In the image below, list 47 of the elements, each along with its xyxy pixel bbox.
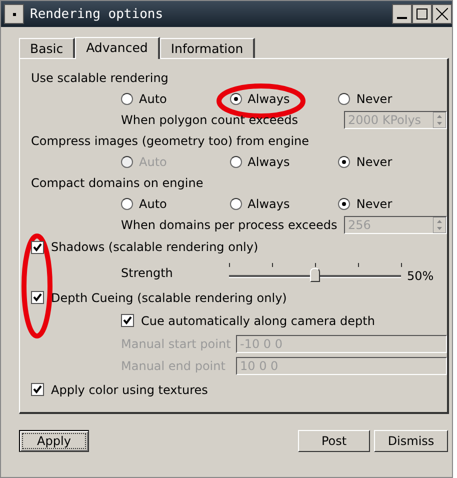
dialog-button[interactable]: Post bbox=[298, 430, 370, 452]
checkbox-label: Shadows (scalable rendering only) bbox=[51, 240, 258, 254]
radio-label: Always bbox=[248, 197, 290, 212]
field-label: When domains per process exceeds bbox=[121, 218, 338, 232]
checkbox-label: Apply color using textures bbox=[51, 382, 208, 397]
strength-slider[interactable] bbox=[229, 262, 401, 284]
group-label: Compress images (geometry too) from engine bbox=[31, 134, 310, 148]
group-label: Use scalable rendering bbox=[31, 70, 168, 85]
checkbox[interactable] bbox=[31, 291, 44, 304]
field-label: Manual end point bbox=[121, 359, 226, 374]
dialog-button[interactable]: Dismiss bbox=[374, 430, 448, 452]
close-icon[interactable] bbox=[432, 4, 452, 24]
field-label: Manual start point bbox=[121, 336, 232, 351]
radio-button[interactable] bbox=[230, 92, 242, 105]
minimize-icon[interactable] bbox=[392, 4, 412, 24]
tab[interactable]: Advanced bbox=[75, 37, 160, 59]
radio-label: Never bbox=[356, 197, 392, 212]
radio-label: Always bbox=[248, 92, 290, 106]
radio-label: Auto bbox=[139, 197, 167, 212]
radio-label: Never bbox=[356, 92, 392, 106]
radio-button[interactable] bbox=[121, 198, 133, 210]
checkbox[interactable] bbox=[31, 383, 44, 396]
checkbox[interactable] bbox=[121, 314, 134, 328]
slider-label: Strength bbox=[121, 266, 174, 280]
radio-label: Never bbox=[356, 155, 392, 170]
checkbox[interactable] bbox=[31, 240, 44, 254]
radio-button[interactable] bbox=[230, 156, 242, 168]
radio-button[interactable] bbox=[338, 198, 350, 210]
checkbox-label: Depth Cueing (scalable rendering only) bbox=[51, 290, 287, 305]
window-menu-icon[interactable] bbox=[4, 4, 24, 24]
radio-button[interactable] bbox=[230, 198, 242, 210]
tab[interactable]: Information bbox=[160, 38, 256, 58]
radio-button[interactable] bbox=[338, 156, 350, 168]
radio-label: Auto bbox=[139, 155, 167, 170]
radio-label: Always bbox=[248, 155, 290, 170]
radio-label: Auto bbox=[139, 92, 167, 106]
tab[interactable]: Basic bbox=[19, 38, 76, 58]
field-label: When polygon count exceeds bbox=[121, 112, 300, 127]
maximize-icon[interactable] bbox=[412, 4, 432, 24]
radio-button[interactable] bbox=[338, 92, 350, 105]
group-label: Compact domains on engine bbox=[31, 176, 204, 190]
checkbox-label: Cue automatically along camera depth bbox=[141, 314, 375, 328]
dialog-button[interactable]: Apply bbox=[19, 430, 89, 452]
slider-thumb[interactable] bbox=[310, 268, 320, 282]
window-title: Rendering options bbox=[30, 6, 164, 22]
radio-button[interactable] bbox=[121, 92, 133, 105]
slider-value: 50% bbox=[407, 268, 434, 282]
